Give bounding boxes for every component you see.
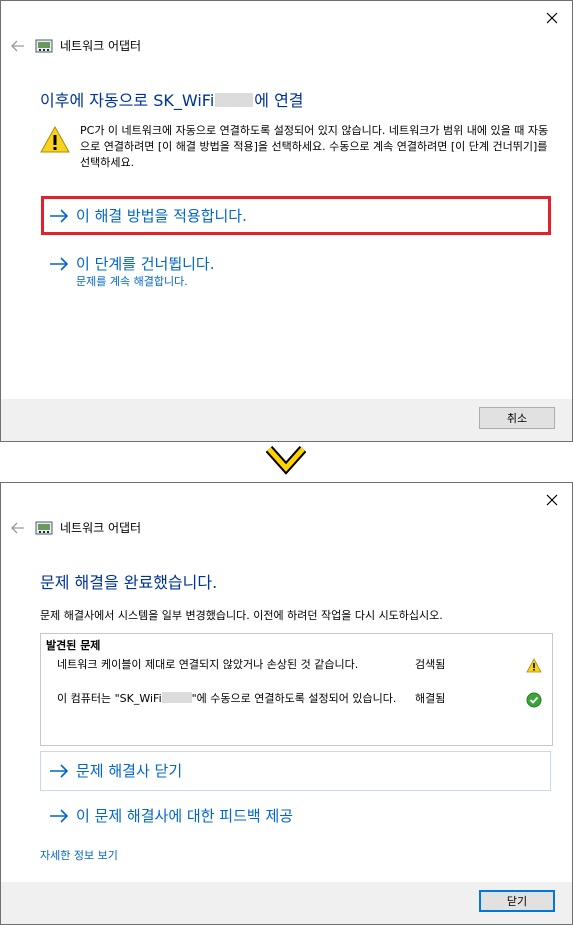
page-title: 문제 해결을 완료했습니다. (40, 573, 218, 592)
back-button[interactable] (11, 521, 25, 535)
warning-message: PC가 이 네트워크에 자동으로 연결하도록 설정되어 있지 않습니다. 네트워… (80, 124, 549, 169)
dialog-footer: 취소 (1, 399, 572, 441)
close-window-button[interactable] (536, 5, 568, 31)
cancel-button[interactable]: 취소 (479, 407, 555, 429)
problem-status: 검색됨 (415, 658, 446, 671)
dialog-footer: 닫기 (1, 882, 572, 924)
window-title: 네트워크 어댑터 (60, 521, 142, 535)
skip-step-subtext: 문제를 계속 해결합니다. (76, 275, 188, 288)
skip-step-link[interactable]: 이 단계를 건너뜁니다. 문제를 계속 해결합니다. (49, 253, 215, 289)
back-arrow-icon (11, 522, 24, 533)
close-icon (546, 494, 558, 506)
arrow-right-icon (50, 809, 69, 823)
troubleshooter-dialog-complete: 네트워크 어댑터 문제 해결을 완료했습니다. 문제 해결사에서 시스템을 일부… (0, 482, 573, 925)
problem-status: 해결됨 (415, 692, 446, 705)
arrow-right-icon (50, 764, 69, 778)
warning-icon (526, 658, 542, 673)
problems-title: 발견된 문제 (46, 639, 101, 652)
chevron-down-icon (266, 445, 306, 475)
arrow-right-icon (50, 257, 69, 271)
problems-found-panel: 발견된 문제 네트워크 케이블이 제대로 연결되지 않았거나 손상된 것 같습니… (40, 633, 553, 746)
warning-icon (40, 125, 70, 153)
close-button[interactable]: 닫기 (479, 890, 555, 912)
feedback-link[interactable]: 이 문제 해결사에 대한 피드백 제공 (49, 805, 293, 827)
problem-text: 네트워크 케이블이 제대로 연결되지 않았거나 손상된 것 같습니다. (57, 658, 359, 671)
apply-fix-link[interactable]: 이 해결 방법을 적용합니다. (49, 205, 247, 227)
problem-text: 이 컴퓨터는 "SK_WiFi "에 수동으로 연결하도록 설정되어 있습니다. (57, 692, 397, 705)
close-window-button[interactable] (536, 487, 568, 513)
back-arrow-icon (11, 40, 24, 51)
page-title: 이후에 자동으로 SK_WiFi 에 연결 (40, 91, 304, 110)
redacted-ssid (215, 93, 254, 107)
back-button[interactable] (11, 39, 25, 53)
redacted-ssid (161, 692, 192, 703)
close-icon (546, 12, 558, 24)
result-description: 문제 해결사에서 시스템을 일부 변경했습니다. 이전에 하려던 작업을 다시 … (40, 609, 443, 622)
view-details-link[interactable]: 자세한 정보 보기 (40, 847, 118, 863)
check-icon (526, 692, 542, 708)
troubleshooter-dialog-step1: 네트워크 어댑터 이후에 자동으로 SK_WiFi 에 연결 PC가 이 네트워크… (0, 0, 573, 442)
close-troubleshooter-link[interactable]: 문제 해결사 닫기 (49, 760, 182, 782)
arrow-right-icon (50, 209, 69, 223)
window-title: 네트워크 어댑터 (60, 39, 142, 53)
network-adapter-icon (35, 39, 53, 52)
network-adapter-icon (35, 521, 53, 534)
